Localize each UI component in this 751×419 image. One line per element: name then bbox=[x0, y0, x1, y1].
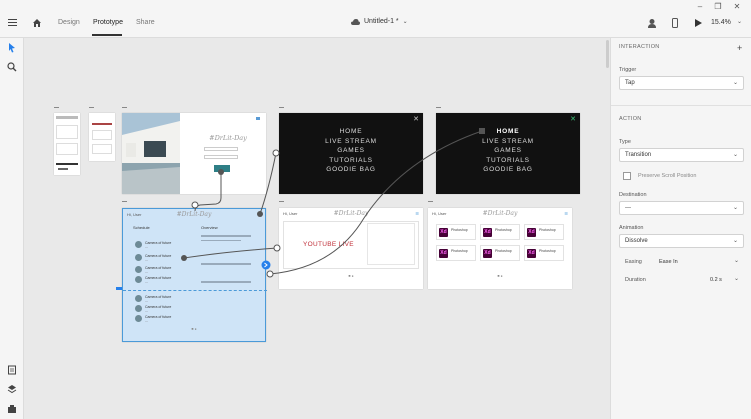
type-label: Type bbox=[619, 139, 631, 145]
animation-value: Dissolve bbox=[625, 238, 648, 244]
tab-prototype[interactable]: Prototype bbox=[93, 19, 123, 26]
duration-label: Duration bbox=[625, 277, 646, 283]
type-select[interactable]: Transition ⌄ bbox=[619, 148, 744, 162]
select-tool-icon[interactable] bbox=[7, 43, 17, 53]
duration-input[interactable]: 0.2 s bbox=[710, 277, 722, 283]
add-interaction-icon[interactable]: + bbox=[737, 43, 742, 53]
plugins-icon[interactable] bbox=[7, 404, 17, 414]
animation-select[interactable]: Dissolve ⌄ bbox=[619, 234, 744, 248]
wire-handle[interactable] bbox=[218, 169, 224, 175]
trigger-value: Tap bbox=[625, 80, 635, 86]
add-wire-handle[interactable] bbox=[261, 260, 271, 270]
destination-value: --- bbox=[625, 205, 631, 211]
canvas-scrollbar[interactable] bbox=[606, 40, 609, 68]
document-title[interactable]: Untitled-1 * ⌄ bbox=[351, 18, 408, 25]
chevron-down-icon: ⌄ bbox=[732, 205, 738, 211]
zoom-tool-icon[interactable] bbox=[7, 62, 17, 72]
wire-handle[interactable] bbox=[181, 255, 187, 261]
chevron-down-icon[interactable]: ⌄ bbox=[734, 257, 739, 264]
document-title-text: Untitled-1 * bbox=[364, 18, 399, 25]
easing-label: Easing bbox=[625, 259, 642, 265]
wire-arrow bbox=[191, 201, 199, 209]
preserve-scroll-checkbox[interactable] bbox=[623, 172, 631, 180]
wire-arrow bbox=[273, 244, 281, 252]
chevron-down-icon: ⌄ bbox=[732, 152, 738, 158]
home-icon[interactable] bbox=[32, 18, 42, 28]
chevron-down-icon[interactable]: ⌄ bbox=[737, 18, 742, 25]
chevron-down-icon: ⌄ bbox=[402, 19, 408, 25]
chevron-down-icon: ⌄ bbox=[732, 80, 738, 86]
action-heading: ACTION bbox=[619, 116, 642, 122]
mobile-preview-icon[interactable] bbox=[670, 18, 680, 28]
property-inspector: INTERACTION Trigger Tap ⌄ ACTION Type Tra… bbox=[610, 38, 751, 419]
destination-label: Destination bbox=[619, 192, 647, 198]
trigger-select[interactable]: Tap ⌄ bbox=[619, 76, 744, 90]
chevron-down-icon[interactable]: ⌄ bbox=[734, 275, 739, 282]
trigger-label: Trigger bbox=[619, 67, 637, 73]
tab-design[interactable]: Design bbox=[58, 19, 80, 26]
wire bbox=[269, 130, 483, 275]
maximize-icon[interactable]: ❐ bbox=[714, 3, 722, 11]
chevron-down-icon: ⌄ bbox=[732, 238, 738, 244]
prototype-wires bbox=[181, 128, 485, 278]
wire bbox=[259, 152, 277, 215]
active-tab-indicator bbox=[92, 34, 122, 36]
menu-icon[interactable] bbox=[8, 19, 17, 26]
document-assets-icon[interactable] bbox=[7, 365, 17, 375]
destination-select[interactable]: --- ⌄ bbox=[619, 201, 744, 215]
easing-select[interactable]: Ease In bbox=[659, 259, 678, 265]
top-bar: Design Prototype Share Untitled-1 * ⌄ 15… bbox=[0, 0, 751, 38]
layers-icon[interactable] bbox=[7, 384, 17, 394]
wire bbox=[194, 172, 222, 212]
wire-handle[interactable] bbox=[479, 128, 485, 134]
user-icon[interactable] bbox=[647, 18, 657, 28]
interaction-heading: INTERACTION bbox=[619, 44, 660, 50]
minimize-icon[interactable]: – bbox=[696, 3, 704, 11]
preserve-scroll-label: Preserve Scroll Position bbox=[638, 173, 697, 179]
animation-label: Animation bbox=[619, 225, 644, 231]
play-icon[interactable] bbox=[693, 18, 703, 28]
canvas[interactable]: #DrLit-Day ✕ HOME LIVE STREAM GAMES TUTO… bbox=[24, 38, 610, 419]
wire-arrow bbox=[266, 270, 274, 278]
zoom-level[interactable]: 15.4% bbox=[711, 19, 731, 26]
close-window-icon[interactable]: ✕ bbox=[733, 3, 741, 11]
tab-share[interactable]: Share bbox=[136, 19, 155, 26]
wire-arrow bbox=[272, 149, 280, 157]
wire-handle[interactable] bbox=[257, 211, 263, 217]
left-toolbar bbox=[0, 38, 24, 419]
cloud-icon bbox=[351, 18, 360, 25]
wire bbox=[183, 247, 278, 259]
type-value: Transition bbox=[625, 152, 652, 158]
